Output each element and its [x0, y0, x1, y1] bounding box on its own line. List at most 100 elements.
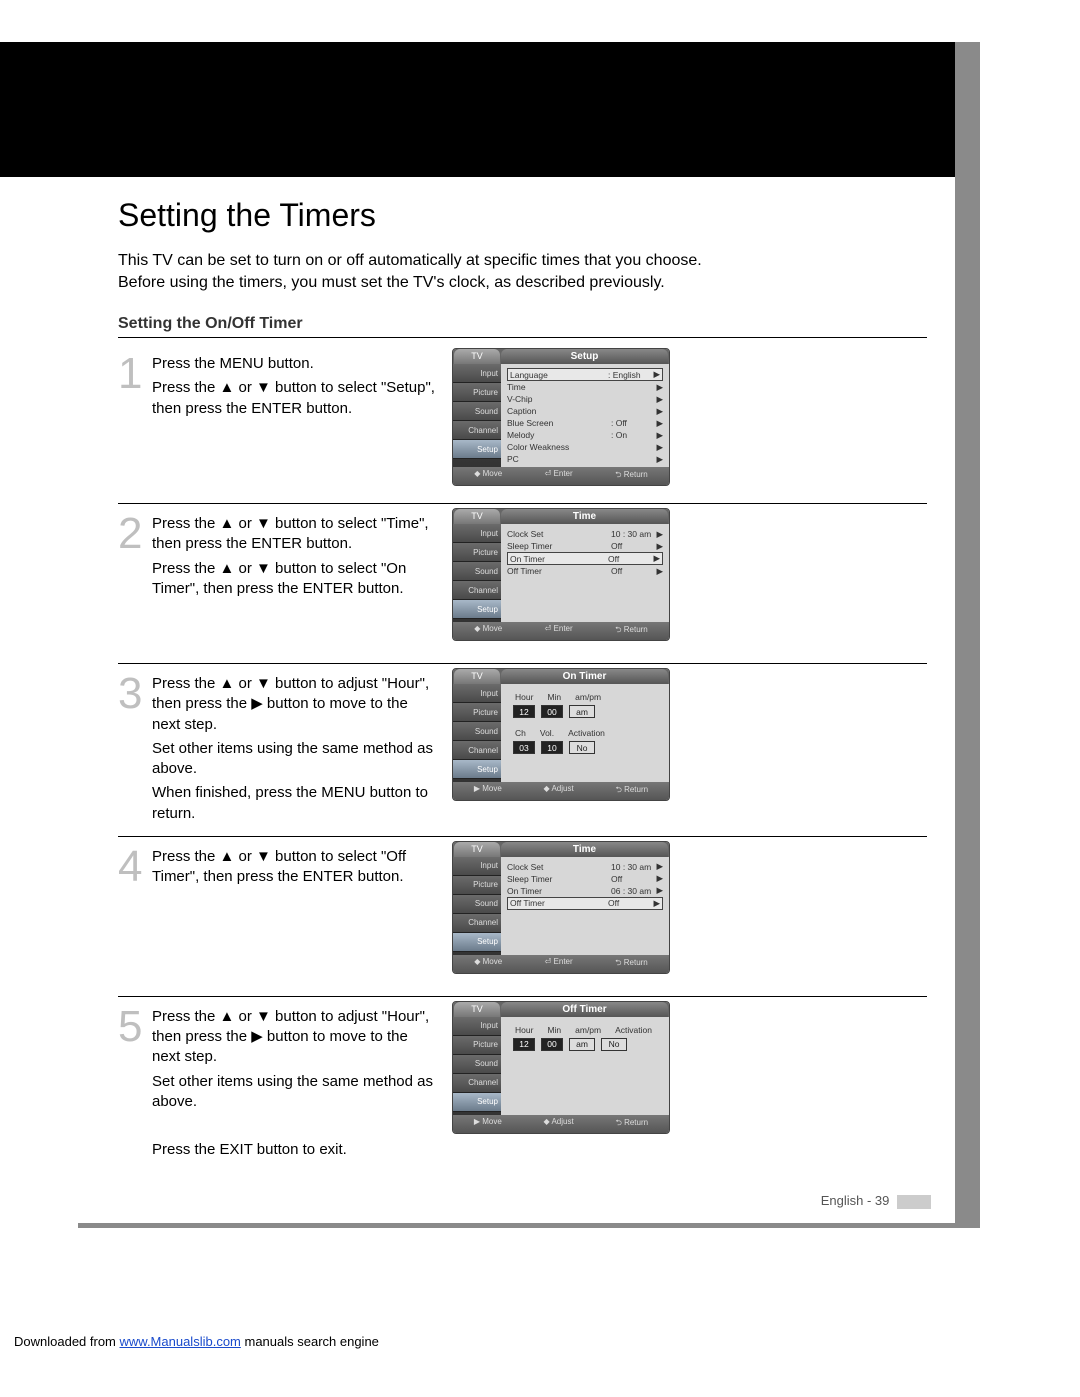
osd-tv-label: TV [454, 349, 500, 364]
osd-list-row: Color Weakness▶ [507, 441, 663, 453]
step-osd: TV Setup InputPictureSoundChannelSetup L… [452, 348, 672, 486]
osd-side-item: Picture [453, 876, 501, 895]
page-content: Setting the Timers This TV can be set to… [78, 177, 955, 1173]
osd-list-row: On TimerOff▶ [507, 552, 663, 565]
osd-list-row: Caption▶ [507, 405, 663, 417]
section-heading: Setting the On/Off Timer [118, 315, 927, 338]
step-text-line: Press the ▲ or ▼ button to adjust "Hour"… [152, 674, 440, 735]
step-osd: TV Time InputPictureSoundChannelSetup Cl… [452, 508, 672, 641]
step-number: 1 [118, 348, 152, 396]
osd-sidebar: InputPictureSoundChannelSetup [453, 524, 501, 622]
step-text-line: Press the ▲ or ▼ button to select "Off T… [152, 847, 440, 888]
download-post: manuals search engine [241, 1334, 379, 1349]
osd-list-row: Language: English▶ [507, 368, 663, 381]
step-text-line: Press the ▲ or ▼ button to adjust "Hour"… [152, 1007, 440, 1068]
osd-sidebar: InputPictureSoundChannelSetup [453, 1017, 501, 1115]
step-text-line: Set other items using the same method as… [152, 1072, 440, 1113]
step-text-line: Set other items using the same method as… [152, 739, 440, 780]
osd-main-panel: Language: English▶Time▶V-Chip▶Caption▶Bl… [501, 364, 669, 467]
step-text: Press the MENU button. Press the ▲ or ▼ b… [152, 348, 452, 423]
download-link[interactable]: www.Manualslib.com [120, 1334, 241, 1349]
step-text: Press the ▲ or ▼ button to adjust "Hour"… [152, 668, 452, 828]
step-osd: TV On Timer InputPictureSoundChannelSetu… [452, 668, 672, 801]
step-osd: TV Time InputPictureSoundChannelSetup Cl… [452, 841, 672, 974]
osd-title: Setup [501, 349, 668, 364]
osd-main-panel: Clock Set10 : 30 am▶Sleep TimerOff▶On Ti… [501, 524, 669, 622]
osd-side-item: Picture [453, 703, 501, 722]
osd-list-row: Time▶ [507, 381, 663, 393]
osd-footer: ▶ Move◆ Adjust⮌ Return [453, 1115, 669, 1133]
page-footer: English - 39 [78, 1193, 955, 1209]
osd-timer-labels: ChVol.Activation [507, 724, 663, 741]
osd-list-row: Off TimerOff▶ [507, 565, 663, 577]
osd-side-item: Input [453, 684, 501, 703]
osd-tv-label: TV [454, 1002, 500, 1017]
page-number: English - 39 [821, 1193, 890, 1208]
osd-side-item: Sound [453, 562, 501, 581]
bottom-gray-frame [78, 1223, 980, 1228]
osd-side-item: Sound [453, 1055, 501, 1074]
step-number: 2 [118, 508, 152, 556]
step-4: 4 Press the ▲ or ▼ button to select "Off… [118, 837, 927, 997]
step-text-line [152, 1116, 440, 1136]
step-1: 1 Press the MENU button. Press the ▲ or ▼… [118, 344, 927, 504]
step-osd: TV Off Timer InputPictureSoundChannelSet… [452, 1001, 672, 1134]
osd-side-item: Setup [453, 760, 501, 779]
step-text-line: Press the ▲ or ▼ button to select "Setup… [152, 378, 440, 419]
step-text-line: Press the EXIT button to exit. [152, 1140, 440, 1160]
osd-tv-label: TV [454, 669, 500, 684]
step-3: 3 Press the ▲ or ▼ button to adjust "Hou… [118, 664, 927, 837]
osd-side-item: Setup [453, 440, 501, 459]
osd-sidebar: InputPictureSoundChannelSetup [453, 857, 501, 955]
osd-timer-values: 0310No [507, 741, 663, 760]
osd-title: On Timer [501, 669, 668, 684]
osd-timer-values: 1200amNo [507, 1038, 663, 1057]
osd-list-row: Sleep TimerOff▶ [507, 540, 663, 552]
osd-main-panel: HourMinam/pm1200amChVol.Activation0310No [501, 684, 669, 782]
osd-sidebar: InputPictureSoundChannelSetup [453, 364, 501, 467]
osd-side-item: Sound [453, 402, 501, 421]
osd-side-item: Picture [453, 1036, 501, 1055]
osd-tv-label: TV [454, 509, 500, 524]
osd-title: Off Timer [501, 1002, 668, 1017]
osd-side-item: Picture [453, 543, 501, 562]
osd-side-item: Input [453, 1017, 501, 1036]
download-line: Downloaded from www.Manualslib.com manua… [14, 1334, 379, 1349]
osd-list-row: Sleep TimerOff▶ [507, 873, 663, 885]
osd-menu: TV Setup InputPictureSoundChannelSetup L… [452, 348, 670, 486]
page-tab-marker [897, 1195, 931, 1209]
osd-list-row: Clock Set10 : 30 am▶ [507, 528, 663, 540]
osd-side-item: Channel [453, 741, 501, 760]
osd-footer: ◆ Move⏎ Enter⮌ Return [453, 622, 669, 640]
step-text-line: Press the MENU button. [152, 354, 440, 374]
osd-main-panel: HourMinam/pmActivation1200amNo [501, 1017, 669, 1115]
osd-menu: TV Time InputPictureSoundChannelSetup Cl… [452, 508, 670, 641]
osd-list-row: Melody: On▶ [507, 429, 663, 441]
osd-side-item: Setup [453, 600, 501, 619]
step-text-line: When finished, press the MENU button to … [152, 783, 440, 824]
osd-title: Time [501, 509, 668, 524]
osd-side-item: Channel [453, 581, 501, 600]
step-text-line: Press the ▲ or ▼ button to select "On Ti… [152, 559, 440, 600]
osd-menu: TV On Timer InputPictureSoundChannelSetu… [452, 668, 670, 801]
osd-side-item: Setup [453, 1093, 501, 1112]
osd-side-item: Channel [453, 421, 501, 440]
osd-sidebar: InputPictureSoundChannelSetup [453, 684, 501, 782]
osd-tv-label: TV [454, 842, 500, 857]
step-text: Press the ▲ or ▼ button to select "Off T… [152, 841, 452, 892]
osd-timer-values: 1200am [507, 705, 663, 724]
intro-paragraph: This TV can be set to turn on or off aut… [118, 250, 738, 293]
osd-list-row: Blue Screen: Off▶ [507, 417, 663, 429]
page-title: Setting the Timers [118, 197, 927, 234]
osd-side-item: Input [453, 364, 501, 383]
osd-list-row: V-Chip▶ [507, 393, 663, 405]
osd-timer-labels: HourMinam/pm [507, 688, 663, 705]
osd-side-item: Channel [453, 914, 501, 933]
osd-title: Time [501, 842, 668, 857]
osd-list-row: Clock Set10 : 30 am▶ [507, 861, 663, 873]
osd-side-item: Sound [453, 895, 501, 914]
osd-footer: ◆ Move⏎ Enter⮌ Return [453, 467, 669, 485]
osd-side-item: Input [453, 857, 501, 876]
osd-menu: TV Time InputPictureSoundChannelSetup Cl… [452, 841, 670, 974]
osd-side-item: Input [453, 524, 501, 543]
